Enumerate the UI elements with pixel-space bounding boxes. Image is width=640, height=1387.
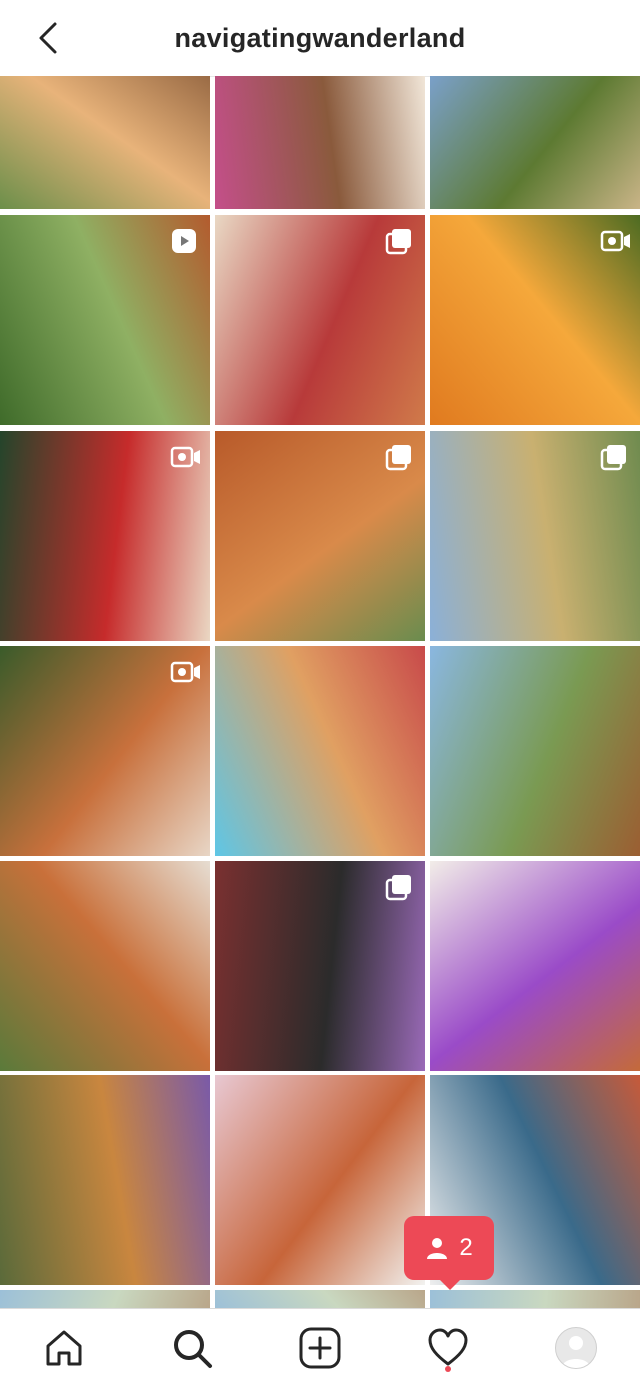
post-tile[interactable] [0, 861, 210, 1071]
profile-header: navigatingwanderland [0, 0, 640, 77]
post-tile[interactable] [0, 215, 210, 425]
nav-search[interactable] [162, 1318, 222, 1378]
post-tile[interactable] [215, 861, 425, 1071]
reel-post-icon [170, 227, 198, 255]
post-tile[interactable] [430, 861, 640, 1071]
post-tile[interactable] [430, 1290, 640, 1310]
post-tile[interactable] [430, 76, 640, 209]
multi-post-icon [385, 443, 413, 471]
bottom-navigation [0, 1308, 640, 1387]
video-post-icon [170, 443, 200, 471]
activity-notification-bubble[interactable]: 2 [404, 1216, 494, 1290]
video-post-icon [170, 658, 200, 686]
multi-post-icon [385, 227, 413, 255]
post-tile[interactable] [215, 1075, 425, 1285]
activity-indicator-dot [445, 1366, 451, 1372]
post-tile[interactable] [0, 646, 210, 856]
profile-username: navigatingwanderland [174, 22, 466, 53]
post-tile[interactable] [215, 215, 425, 425]
post-tile[interactable] [215, 646, 425, 856]
video-post-icon [600, 227, 630, 255]
chevron-left-icon [39, 22, 57, 54]
heart-icon [428, 1328, 468, 1366]
post-tile[interactable] [430, 431, 640, 641]
post-tile[interactable] [0, 431, 210, 641]
post-tile[interactable] [430, 215, 640, 425]
multi-post-icon [385, 873, 413, 901]
home-icon [46, 1330, 82, 1366]
person-icon [427, 1238, 448, 1259]
notification-count: 2 [459, 1234, 473, 1261]
nav-activity[interactable] [418, 1318, 478, 1378]
nav-profile[interactable] [546, 1318, 606, 1378]
post-tile[interactable] [0, 1075, 210, 1285]
post-tile[interactable] [215, 431, 425, 641]
nav-new-post[interactable] [290, 1318, 350, 1378]
add-post-icon [299, 1327, 341, 1369]
back-button[interactable] [30, 20, 66, 56]
default-avatar-icon [562, 1336, 590, 1368]
search-icon [174, 1330, 212, 1368]
post-tile[interactable] [215, 1290, 425, 1310]
post-tile[interactable] [0, 1290, 210, 1310]
nav-home[interactable] [34, 1318, 94, 1378]
profile-avatar [555, 1327, 597, 1369]
post-tile[interactable] [215, 76, 425, 209]
multi-post-icon [600, 443, 628, 471]
post-tile[interactable] [0, 76, 210, 209]
post-tile[interactable] [430, 646, 640, 856]
